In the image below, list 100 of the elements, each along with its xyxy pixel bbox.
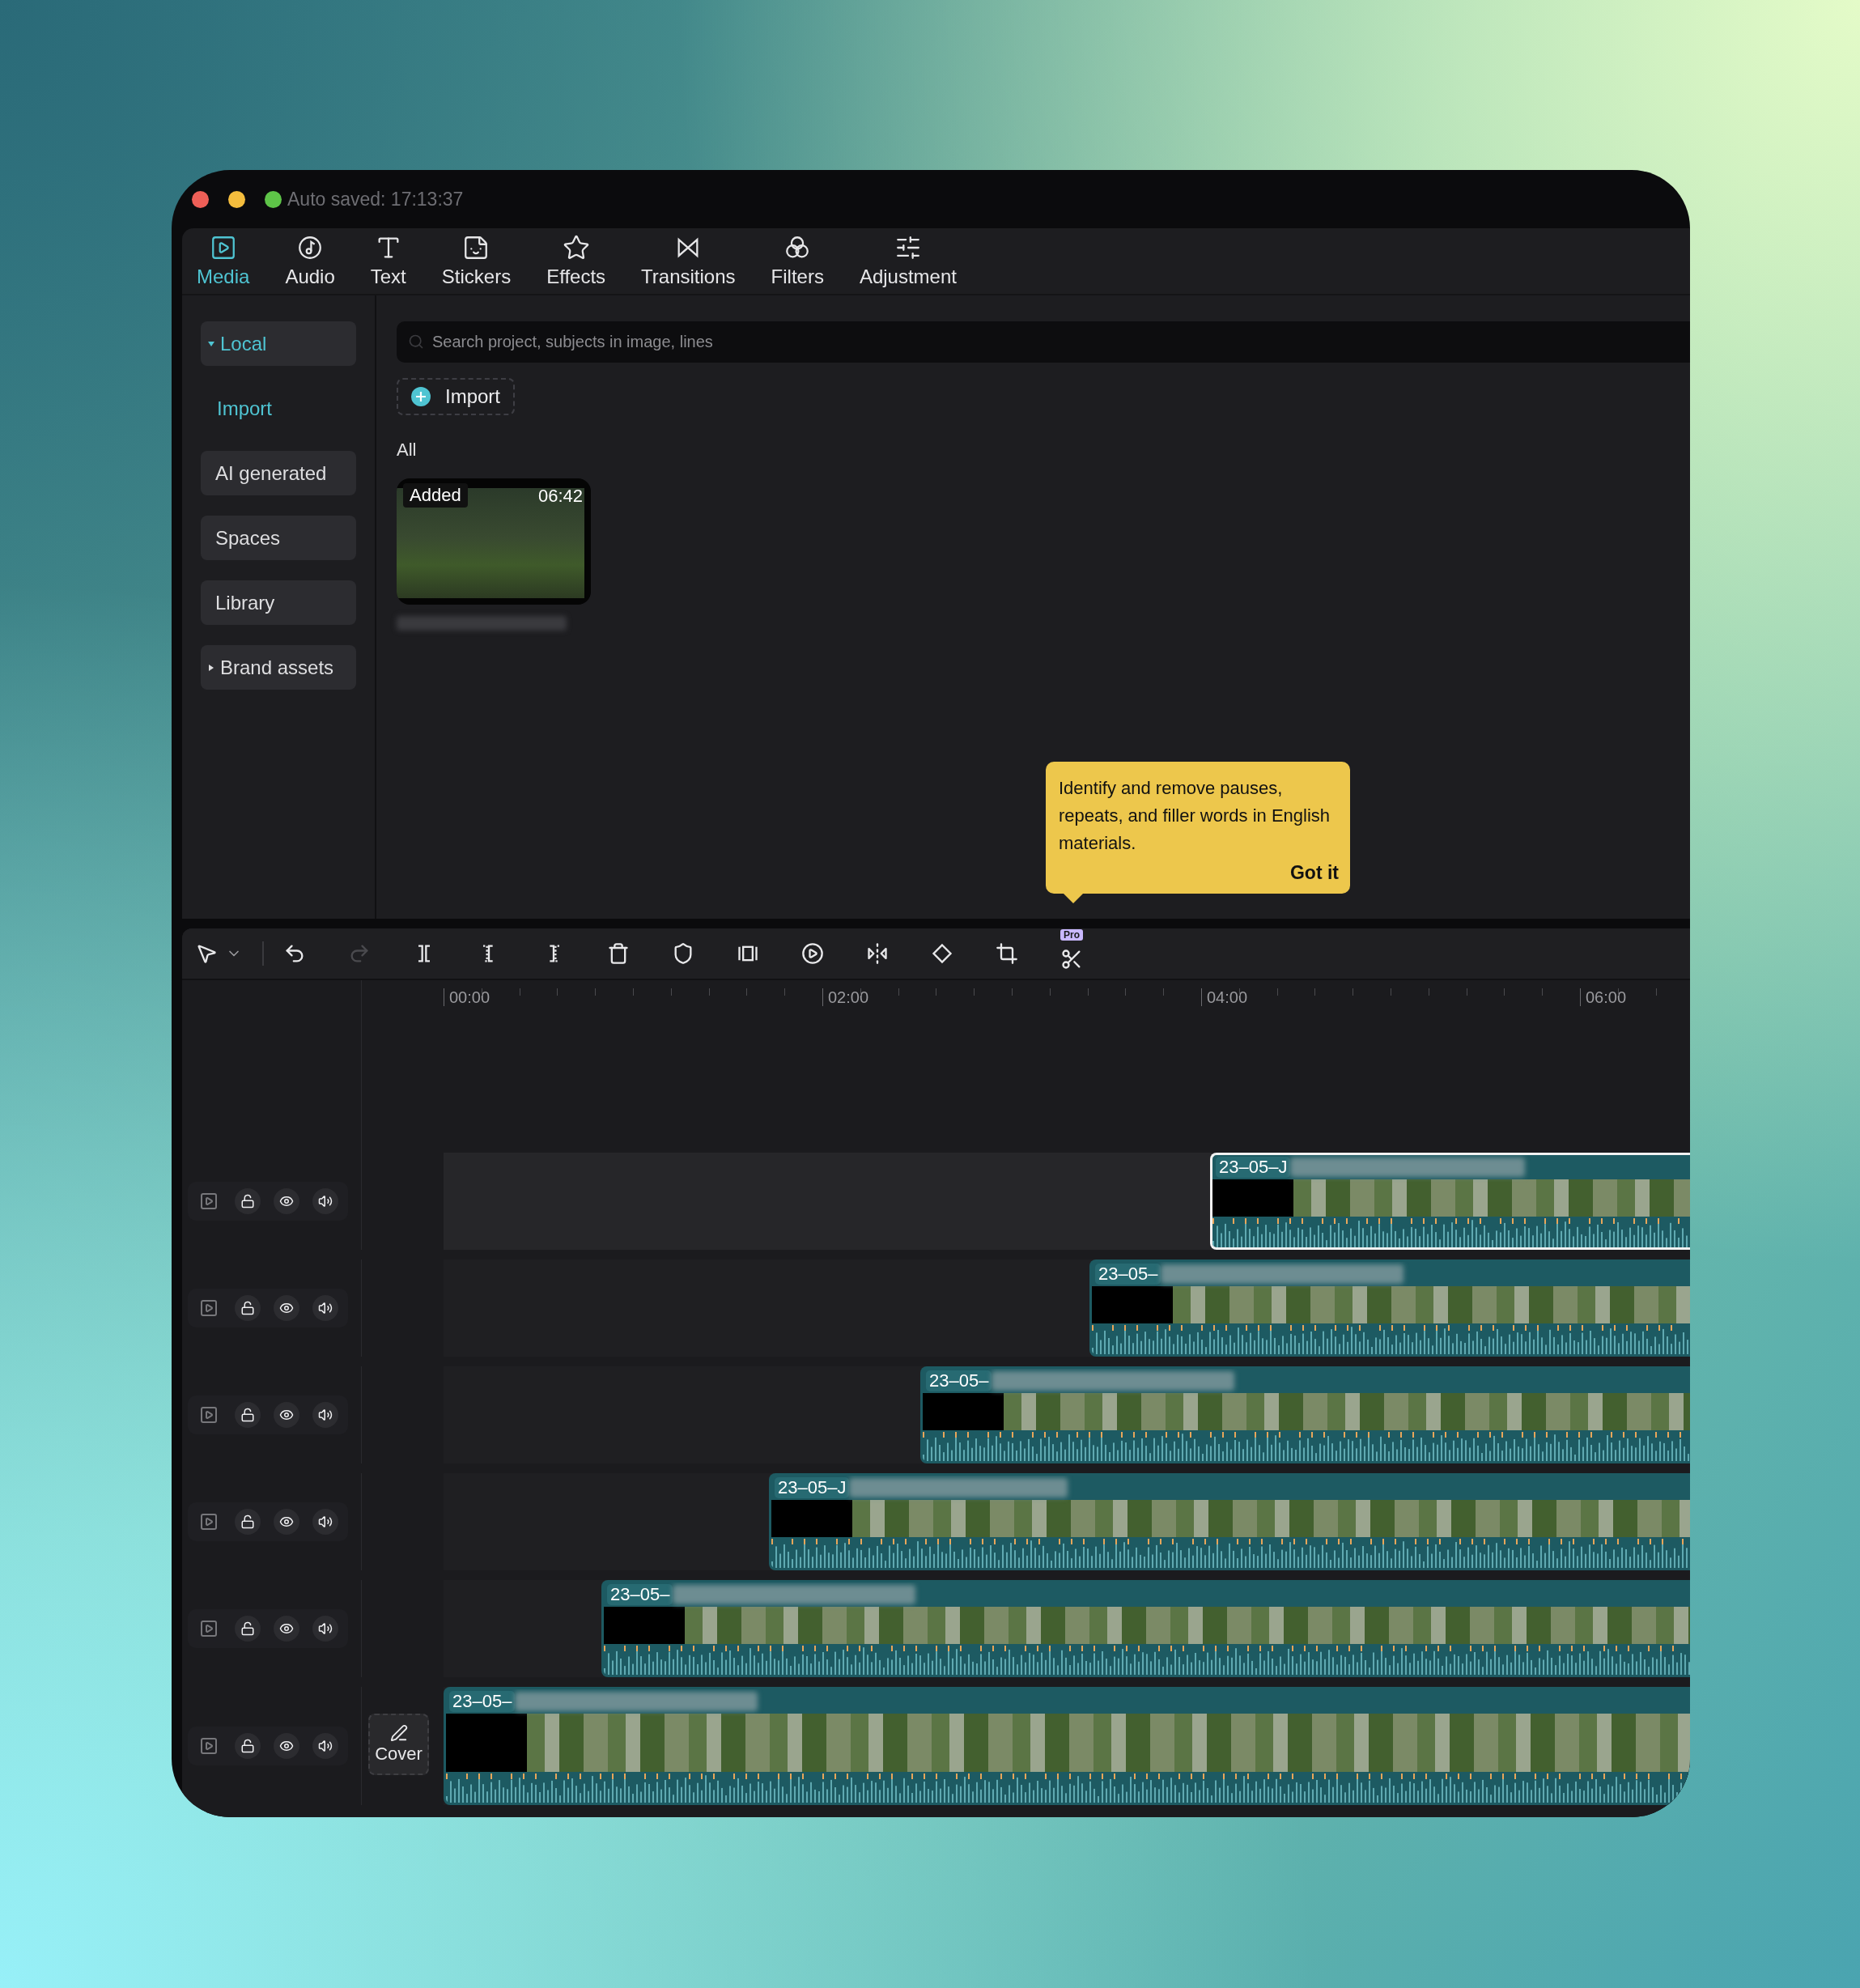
cover-button[interactable]: Cover <box>368 1714 429 1775</box>
mute-button[interactable] <box>312 1509 338 1535</box>
lock-button[interactable] <box>235 1188 261 1214</box>
eye-icon <box>279 1514 294 1529</box>
tab[interactable]: Effects <box>543 234 609 288</box>
ruler-tick <box>481 988 482 996</box>
zoom-window-button[interactable] <box>265 190 282 208</box>
caret-icon <box>207 339 215 348</box>
ruler-tick <box>1504 988 1505 996</box>
lock-button[interactable] <box>235 1616 261 1642</box>
ruler-tick <box>557 988 558 996</box>
ruler-tick <box>1238 988 1240 996</box>
star-icon <box>562 234 590 261</box>
ruler-tick <box>633 988 634 996</box>
mute-button[interactable] <box>312 1402 338 1428</box>
visibility-button[interactable] <box>274 1188 299 1214</box>
sidebar-item[interactable]: AI generated <box>201 451 356 495</box>
ruler-tick <box>1314 988 1316 996</box>
tab[interactable]: Audio <box>282 234 338 288</box>
media-card[interactable]: Added 06:42 <box>397 478 591 605</box>
sidebar-item[interactable]: Brand assets <box>201 645 356 690</box>
ruler-tick <box>784 988 786 996</box>
got-it-button[interactable]: Got it <box>1289 862 1339 884</box>
tab[interactable]: Transitions <box>638 234 739 288</box>
video-clip[interactable]: 23–05– <box>1089 1259 1690 1357</box>
mute-button[interactable] <box>312 1295 338 1321</box>
lock-button[interactable] <box>235 1295 261 1321</box>
play-square-icon <box>199 1405 219 1425</box>
speaker-icon <box>318 1514 333 1529</box>
tab[interactable]: Filters <box>767 234 827 288</box>
remove-pauses-button[interactable]: Pro <box>1054 929 1089 978</box>
sidebar-item[interactable]: Spaces <box>201 516 356 560</box>
play-circle-icon <box>801 942 824 965</box>
ruler-tick <box>860 988 861 996</box>
lock-icon <box>240 1514 255 1529</box>
play-square-icon <box>199 1512 219 1531</box>
lock-button[interactable] <box>235 1509 261 1535</box>
tab[interactable]: Adjustment <box>856 234 960 288</box>
video-clip[interactable]: 23–05– <box>601 1580 1690 1677</box>
sidebar-item[interactable]: Import <box>201 386 356 431</box>
visibility-button[interactable] <box>274 1733 299 1759</box>
ruler-tick <box>1276 988 1278 996</box>
lock-icon <box>240 1194 255 1209</box>
ruler-tick <box>974 988 975 996</box>
ruler-tick <box>1617 988 1619 996</box>
mute-button[interactable] <box>312 1188 338 1214</box>
ruler-tick <box>519 988 520 996</box>
lock-icon <box>240 1301 255 1315</box>
lock-icon <box>240 1408 255 1422</box>
tooltip-text: Identify and remove pauses, repeats, and filler words in English materials. <box>1059 777 1331 855</box>
search-field[interactable]: Search project, subjects in image, lines <box>397 321 1690 363</box>
clip-label: 23–05– <box>607 1584 673 1605</box>
speaker-icon <box>318 1408 333 1422</box>
lock-button[interactable] <box>235 1402 261 1428</box>
speaker-icon <box>318 1621 333 1636</box>
ruler-tick <box>595 988 597 996</box>
mute-button[interactable] <box>312 1733 338 1759</box>
delete-icon <box>607 942 630 965</box>
ruler-tick <box>1428 988 1429 996</box>
caret-icon <box>207 663 215 672</box>
import-button[interactable]: Import <box>397 378 515 415</box>
close-window-button[interactable] <box>192 190 209 208</box>
crop-icon <box>996 942 1018 965</box>
visibility-button[interactable] <box>274 1295 299 1321</box>
clip-label: 23–05–J <box>775 1477 850 1498</box>
eye-icon <box>279 1301 294 1315</box>
mirror-icon <box>866 942 889 965</box>
mute-button[interactable] <box>312 1616 338 1642</box>
video-clip[interactable]: 23–05–J <box>769 1473 1690 1570</box>
speaker-icon <box>318 1739 333 1753</box>
ruler-tick <box>708 988 710 996</box>
lock-button[interactable] <box>235 1733 261 1759</box>
ruler-tick <box>1655 988 1657 996</box>
clip-label: 23–05– <box>1095 1264 1161 1285</box>
video-clip[interactable]: 23–05–J <box>1210 1153 1690 1250</box>
visibility-button[interactable] <box>274 1402 299 1428</box>
duration-label: 06:42 <box>537 486 583 507</box>
clip-label: 23–05–J <box>1216 1157 1291 1178</box>
added-badge: Added <box>403 483 468 508</box>
lock-icon <box>240 1621 255 1636</box>
video-clip[interactable]: 23–05– <box>920 1366 1690 1463</box>
play-square-icon <box>199 1192 219 1211</box>
speaker-icon <box>318 1194 333 1209</box>
sidebar-item[interactable]: Local <box>201 321 356 366</box>
tab[interactable]: Stickers <box>438 234 515 288</box>
ruler-tick <box>1542 988 1544 996</box>
visibility-button[interactable] <box>274 1509 299 1535</box>
pro-badge: Pro <box>1060 929 1083 941</box>
play-square-icon <box>199 1298 219 1318</box>
rotate-icon <box>931 942 953 965</box>
minimize-window-button[interactable] <box>228 190 245 208</box>
video-clip[interactable]: 23–05– <box>444 1687 1690 1805</box>
eye-icon <box>279 1408 294 1422</box>
ruler-tick <box>898 988 899 996</box>
plus-circle-icon <box>411 387 431 406</box>
visibility-button[interactable] <box>274 1616 299 1642</box>
tab[interactable]: Media <box>193 234 253 288</box>
tab[interactable]: Text <box>367 234 410 288</box>
sidebar-item[interactable]: Library <box>201 580 356 625</box>
ruler-tick <box>1125 988 1127 996</box>
